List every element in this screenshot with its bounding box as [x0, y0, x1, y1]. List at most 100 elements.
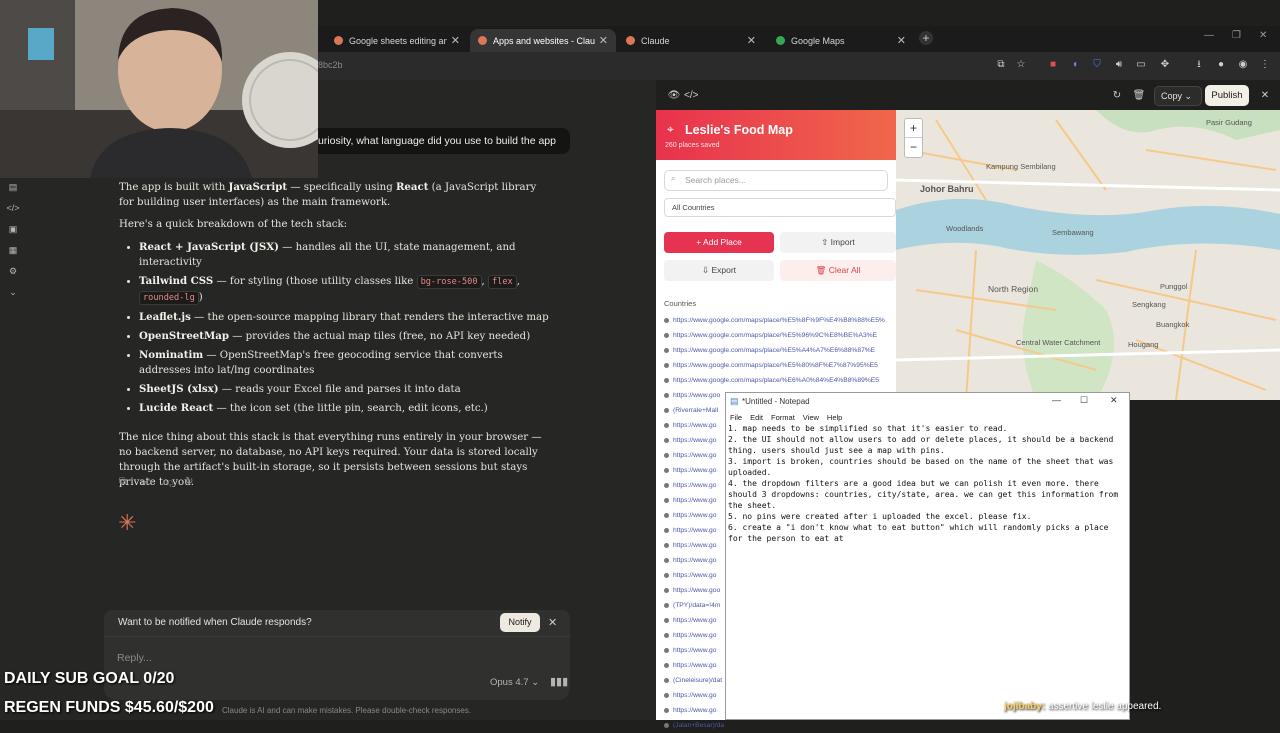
bullet-icon — [664, 573, 669, 578]
close-icon[interactable]: ✕ — [548, 616, 557, 629]
tabs-icon[interactable]: ▭ — [1134, 58, 1148, 72]
more-menu-icon[interactable]: ⋮ — [1258, 58, 1272, 72]
shield-icon[interactable]: ⛉ — [1090, 58, 1104, 72]
menu-file[interactable]: File — [730, 413, 742, 422]
place-url: https://www.go — [673, 422, 717, 429]
extension-audio-icon[interactable]: ◖ — [1068, 58, 1082, 72]
add-place-button[interactable]: + Add Place — [664, 232, 774, 253]
chats-icon[interactable]: ▤ — [6, 180, 20, 194]
copy-icon[interactable]: ⧉ — [119, 476, 131, 488]
preview-eye-icon[interactable]: 👁︎ — [667, 89, 681, 103]
list-item[interactable]: https://www.google.com/maps/place/%E5%8F… — [664, 313, 896, 328]
trash-icon[interactable]: 🗑︎ — [1132, 89, 1146, 103]
model-selector[interactable]: Opus 4.7 ⌄ — [490, 677, 539, 688]
retry-icon[interactable]: ↻ — [185, 476, 197, 488]
clear-all-button[interactable]: 🗑 Clear All — [780, 260, 896, 281]
place-url: https://www.google.com/maps/place/%E5%A4… — [673, 347, 876, 354]
tab-google-sheets[interactable]: Google sheets editing and map ✕ — [326, 29, 468, 52]
close-icon[interactable]: ✕ — [1110, 395, 1118, 406]
place-url: https://www.go — [673, 617, 717, 624]
country-select[interactable]: All Countries — [664, 198, 896, 217]
bullet-icon — [664, 618, 669, 623]
menu-edit[interactable]: Edit — [750, 413, 763, 422]
reply-box[interactable]: Reply... Opus 4.7 ⌄ ▮▮▮ — [104, 636, 570, 700]
place-url: https://www.go — [673, 452, 717, 459]
close-icon[interactable]: ✕ — [747, 34, 756, 47]
bullet-icon — [664, 423, 669, 428]
publish-button[interactable]: Publish — [1205, 85, 1249, 106]
menu-view[interactable]: View — [803, 413, 819, 422]
map-label: Kampung Sembilang — [986, 162, 1056, 171]
maps-favicon-icon — [776, 36, 785, 45]
close-icon[interactable]: ✕ — [599, 34, 608, 47]
list-item[interactable]: https://www.google.com/maps/place/%E5%96… — [664, 328, 896, 343]
speaker-icon[interactable]: 🔊︎ — [1112, 58, 1126, 72]
chevron-down-icon[interactable]: ⌄ — [6, 285, 20, 299]
notepad-window: ▤ *Untitled - Notepad — ☐ ✕ File Edit Fo… — [725, 392, 1130, 720]
tech-stack-list: React + JavaScript (JSX) — handles all t… — [139, 240, 549, 416]
place-url: https://www.go — [673, 437, 717, 444]
minimize-icon[interactable]: — — [1204, 30, 1214, 41]
tab-apps-claude[interactable]: Apps and websites - Claude ✕ — [470, 29, 616, 52]
bullet-icon — [664, 678, 669, 683]
zoom-out-button[interactable]: − — [905, 138, 922, 157]
thumbs-up-icon[interactable]: 👍︎ — [141, 476, 153, 488]
cast-icon[interactable]: ⧉ — [994, 58, 1008, 72]
extension-icon[interactable]: ■ — [1046, 58, 1060, 72]
place-url: https://www.go — [673, 692, 717, 699]
bullet-icon — [664, 513, 669, 518]
artifacts-icon[interactable]: ▦ — [6, 243, 20, 257]
list-item[interactable]: (Jalan+Besar)/da — [664, 718, 896, 733]
close-icon[interactable]: ✕ — [897, 34, 906, 47]
notify-button[interactable]: Notify — [500, 613, 540, 632]
map-pin-icon: ⌖ — [667, 122, 674, 136]
close-icon[interactable]: ✕ — [1258, 89, 1272, 103]
new-tab-button[interactable]: + — [919, 31, 933, 45]
thumbs-down-icon[interactable]: 👎︎ — [163, 476, 175, 488]
bullet-icon — [664, 663, 669, 668]
restore-icon[interactable]: ❐ — [1232, 30, 1241, 41]
map-label: Sengkang — [1132, 300, 1166, 309]
bullet-icon — [664, 528, 669, 533]
refresh-icon[interactable]: ↻ — [1110, 89, 1124, 103]
list-item: Tailwind CSS — for styling (those utilit… — [139, 274, 549, 306]
close-icon[interactable]: ✕ — [451, 34, 460, 47]
url-text[interactable]: 8bc2b — [318, 60, 343, 70]
inline-code: rounded-lg — [139, 291, 199, 305]
import-button[interactable]: ⇧ Import — [780, 232, 896, 253]
maximize-icon[interactable]: ☐ — [1080, 395, 1088, 406]
zoom-in-button[interactable]: + — [905, 119, 922, 138]
list-item[interactable]: https://www.google.com/maps/place/%E6%A0… — [664, 373, 896, 388]
tab-google-maps[interactable]: Google Maps ✕ — [768, 29, 914, 52]
menu-format[interactable]: Format — [771, 413, 795, 422]
bullet-icon — [664, 603, 669, 608]
profile-icon[interactable]: ● — [1214, 58, 1228, 72]
settings-icon[interactable]: ⚙ — [6, 264, 20, 278]
search-input[interactable]: Search places... — [664, 170, 888, 191]
list-item: Nominatim — OpenStreetMap's free geocodi… — [139, 348, 549, 378]
notepad-text-area[interactable]: 1. map needs to be simplified so that it… — [728, 423, 1120, 544]
extensions-puzzle-icon[interactable]: ✥ — [1158, 58, 1172, 72]
window-close-icon[interactable]: ✕ — [1259, 30, 1267, 41]
download-icon[interactable]: ⭳ — [1192, 58, 1206, 72]
code-icon[interactable]: </> — [684, 89, 698, 103]
map-view[interactable]: Pasir Gudang Kampung Sembilang Johor Bah… — [896, 110, 1280, 400]
avatar[interactable]: ◉ — [1236, 58, 1250, 72]
reply-input[interactable]: Reply... — [117, 652, 152, 664]
place-url: https://www.goo — [673, 392, 721, 399]
projects-icon[interactable]: ▣ — [6, 222, 20, 236]
menu-help[interactable]: Help — [827, 413, 842, 422]
tab-claude[interactable]: Claude ✕ — [618, 29, 764, 52]
bullet-icon — [664, 693, 669, 698]
bookmark-star-icon[interactable]: ☆ — [1014, 58, 1028, 72]
copy-button[interactable]: Copy ⌄ — [1154, 86, 1202, 106]
code-icon[interactable]: </> — [6, 201, 20, 215]
bullet-icon — [664, 723, 669, 728]
list-item[interactable]: https://www.google.com/maps/place/%E5%A4… — [664, 343, 896, 358]
minimize-icon[interactable]: — — [1052, 395, 1061, 405]
list-item[interactable]: https://www.google.com/maps/place/%E5%80… — [664, 358, 896, 373]
export-button[interactable]: ⇩ Export — [664, 260, 774, 281]
bullet-icon — [664, 378, 669, 383]
voice-icon[interactable]: ▮▮▮ — [550, 675, 568, 688]
claude-favicon-icon — [626, 36, 635, 45]
